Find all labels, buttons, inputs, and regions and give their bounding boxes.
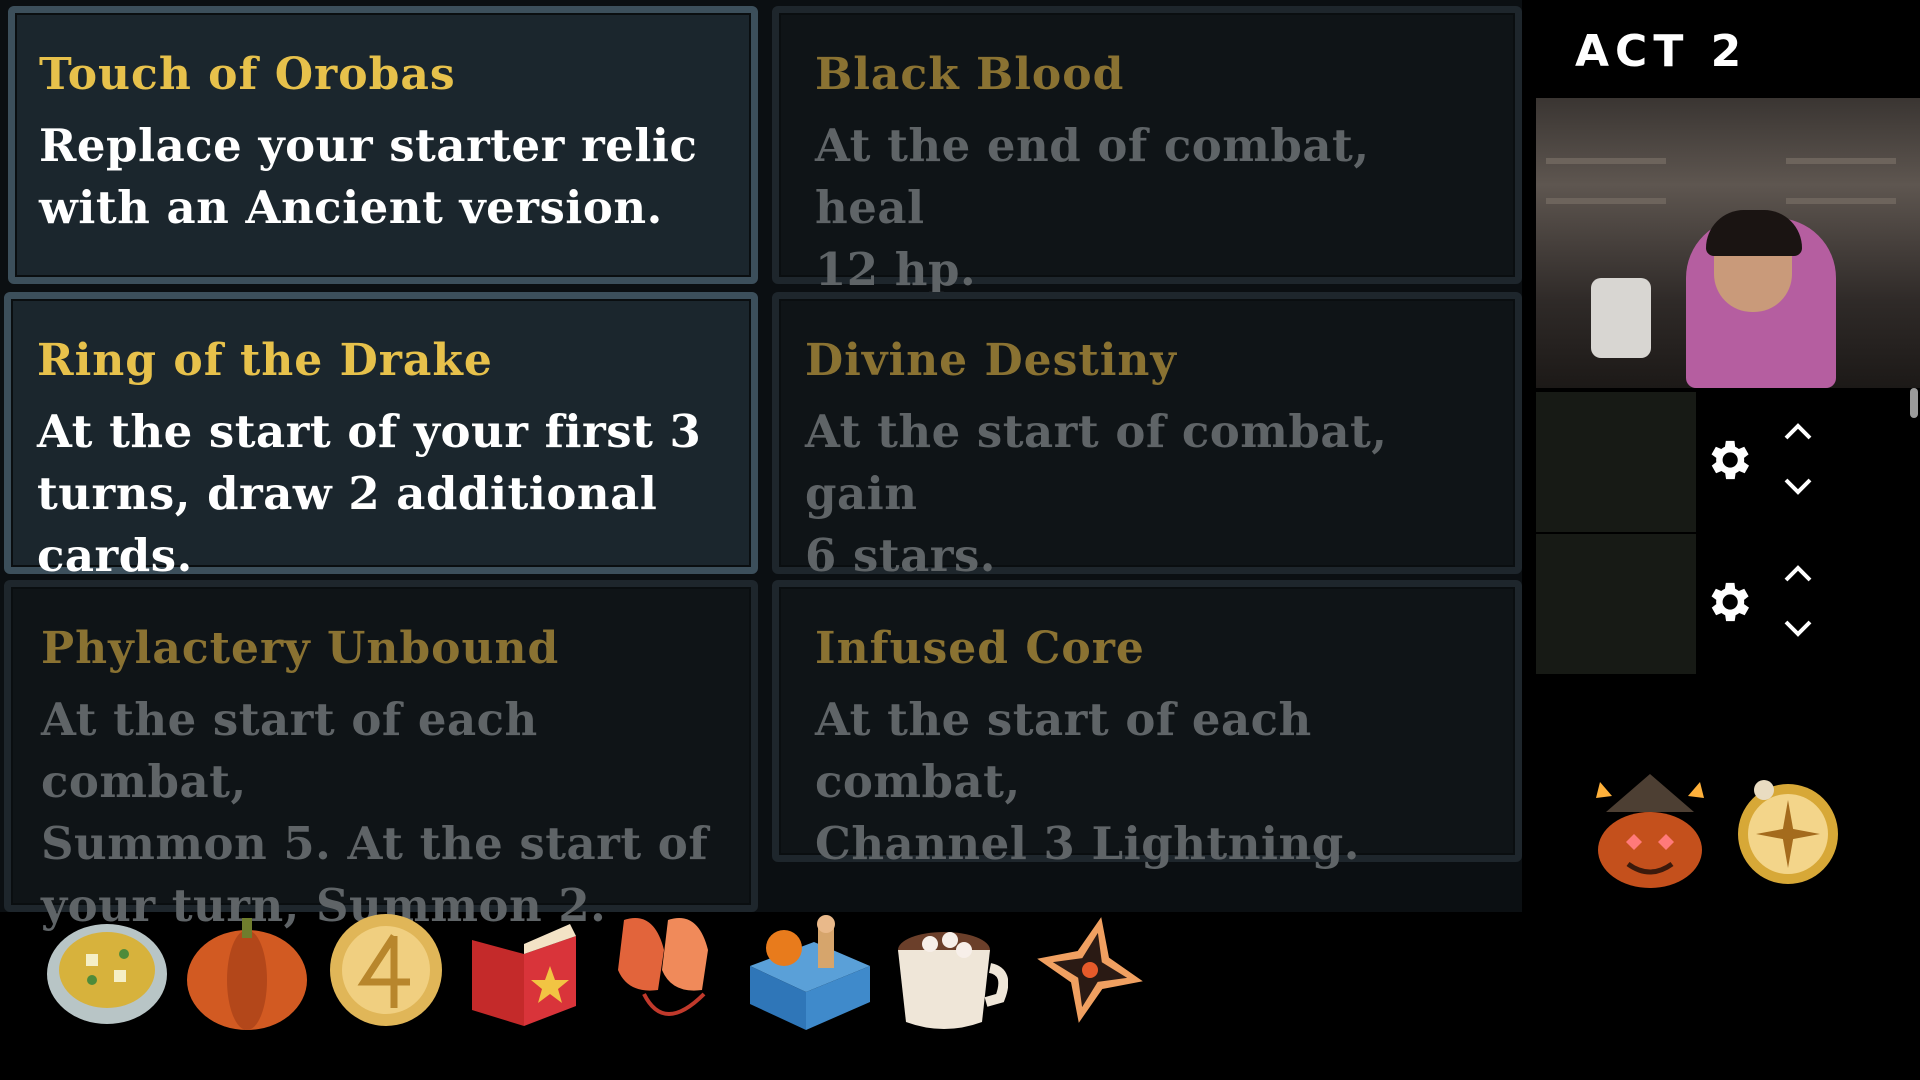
shelf [1546,158,1666,164]
toy-box-icon[interactable] [744,910,874,1034]
chevron-down-icon[interactable] [1780,616,1816,640]
desc-line: Channel 3 Lightning. [815,817,1360,870]
desc-line: At the start of each combat, [41,693,538,808]
witch-hat-pumpkin-icon[interactable] [1586,772,1714,892]
red-book-icon[interactable] [466,910,582,1028]
chevron-up-icon[interactable] [1780,562,1816,586]
card-title: Black Blood [815,49,1125,100]
card-description: Replace your starter relic with an Ancie… [39,115,727,239]
desc-line: At the end of combat, heal [815,119,1370,234]
card-description: At the end of combat, heal 12 hp. [815,115,1491,301]
card-title: Touch of Orobas [39,49,456,100]
scrollbar[interactable] [1910,388,1918,418]
card-divine-destiny[interactable]: Divine Destiny At the start of combat, g… [772,292,1522,582]
headphones [1706,210,1802,256]
card-title: Phylactery Unbound [41,623,560,674]
shelf [1786,198,1896,204]
card-description: At the start of each combat, Summon 5. A… [41,689,727,937]
hot-cocoa-icon[interactable] [886,912,1008,1032]
card-infused-core[interactable]: Infused Core At the start of each combat… [772,580,1522,870]
card-touch-of-orobas[interactable]: Touch of Orobas Replace your starter rel… [8,6,758,284]
desc-line: Replace your starter relic [39,119,698,172]
act-label: ACT 2 [1575,26,1748,77]
overlay-slot-1 [1536,392,1696,532]
card-title: Divine Destiny [805,335,1177,386]
shelf [1546,198,1666,204]
card-title: Ring of the Drake [37,335,493,386]
soup-bowl-icon[interactable] [44,914,170,1026]
mittens-icon[interactable] [604,910,728,1032]
desc-line: Summon 5. At the start of [41,817,709,870]
chevron-down-icon[interactable] [1780,474,1816,498]
card-ring-of-the-drake[interactable]: Ring of the Drake At the start of your f… [4,292,758,582]
gear-icon[interactable] [1702,434,1754,486]
desc-line: At the start of each combat, [815,693,1312,808]
desc-line: 6 stars. [805,529,996,582]
gold-coin-icon[interactable] [328,912,444,1028]
chair [1591,278,1651,358]
desc-line: with an Ancient version. [39,181,663,234]
webcam-overlay [1536,98,1920,388]
desc-line: At the start of combat, gain [805,405,1388,520]
gear-icon[interactable] [1702,576,1754,628]
card-title: Infused Core [815,623,1145,674]
desc-line: turns, draw 2 additional cards. [37,467,658,582]
desc-line: At the start of your first 3 [37,405,702,458]
shelf [1786,158,1896,164]
card-phylactery-unbound[interactable]: Phylactery Unbound At the start of each … [4,580,758,932]
card-description: At the start of combat, gain 6 stars. [805,401,1491,587]
card-description: At the start of each combat, Channel 3 L… [815,689,1491,875]
chevron-up-icon[interactable] [1780,420,1816,444]
gold-compass-icon[interactable] [1726,776,1850,888]
card-black-blood[interactable]: Black Blood At the end of combat, heal 1… [772,6,1522,296]
card-description: At the start of your first 3 turns, draw… [37,401,727,587]
overlay-slot-2 [1536,534,1696,674]
pumpkin-icon[interactable] [184,914,310,1032]
shuriken-icon[interactable] [1034,914,1146,1026]
